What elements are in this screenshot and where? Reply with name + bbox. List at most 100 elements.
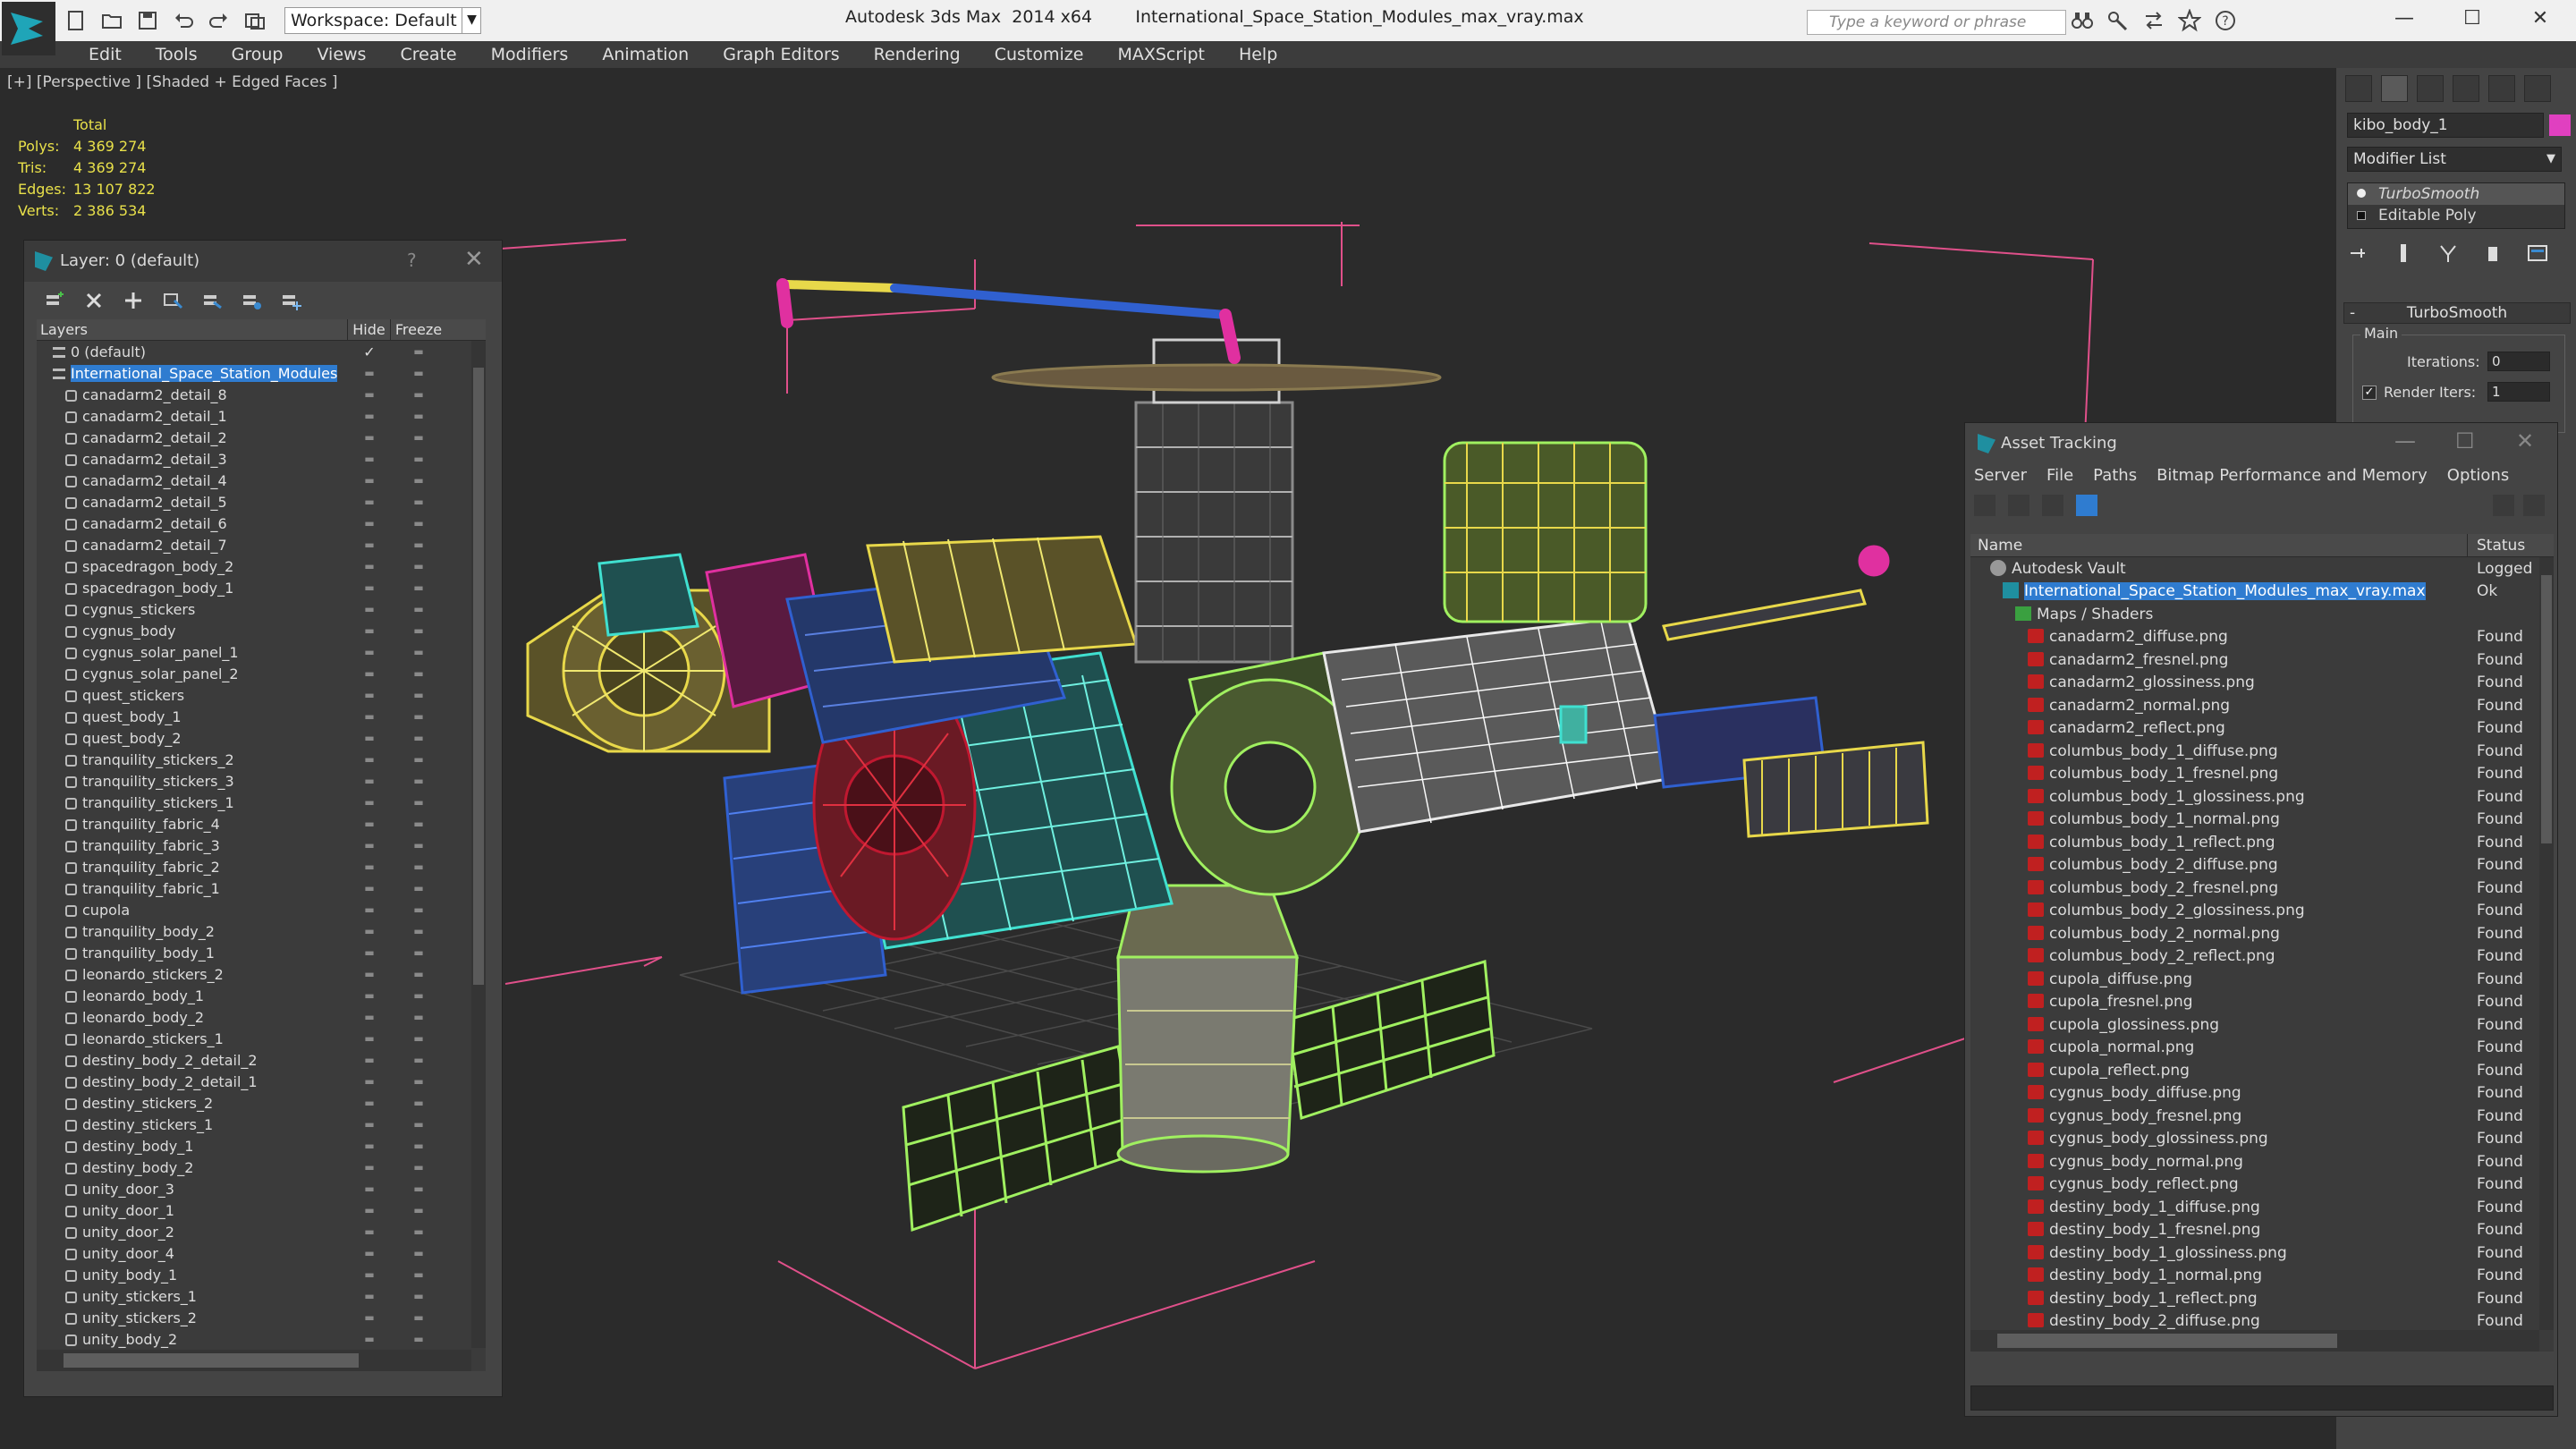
select-objects-icon[interactable] [162, 290, 183, 311]
column-freeze[interactable]: Freeze [391, 319, 446, 340]
scrollbar-thumb[interactable] [1997, 1334, 2337, 1348]
vertical-scrollbar[interactable] [471, 341, 486, 1348]
freeze-toggle[interactable]: ▬ [391, 775, 446, 787]
freeze-toggle[interactable]: ▬ [391, 989, 446, 1002]
asset-row[interactable]: columbus_body_2_normal.png Found [1970, 922, 2554, 945]
freeze-toggle[interactable]: ▬ [391, 1204, 446, 1216]
show-end-result-icon[interactable] [2392, 242, 2415, 265]
asset-row[interactable]: columbus_body_2_reflect.png Found [1970, 945, 2554, 969]
layer-row[interactable]: 0 (default) ✓ ▬ [37, 341, 486, 362]
hide-toggle[interactable]: ▬ [348, 1011, 391, 1023]
asset-row[interactable]: columbus_body_2_glossiness.png Found [1970, 900, 2554, 923]
asset-row[interactable]: columbus_body_1_glossiness.png Found [1970, 785, 2554, 809]
hide-toggle[interactable]: ▬ [348, 1097, 391, 1109]
delete-layer-icon[interactable] [83, 290, 105, 311]
hide-all-layers-icon[interactable] [241, 290, 262, 311]
hide-toggle[interactable]: ▬ [348, 1311, 391, 1324]
hide-toggle[interactable]: ▬ [348, 1140, 391, 1152]
hide-toggle[interactable]: ▬ [348, 753, 391, 766]
layer-row[interactable]: International_Space_Station_Modules ▬ ▬ [37, 362, 486, 384]
layer-object-row[interactable]: leonardo_stickers_2 ▬ ▬ [37, 963, 486, 985]
layer-object-row[interactable]: canadarm2_detail_1 ▬ ▬ [37, 405, 486, 427]
freeze-toggle[interactable]: ▬ [391, 1097, 446, 1109]
hide-toggle[interactable]: ▬ [348, 796, 391, 809]
layer-object-row[interactable]: leonardo_stickers_1 ▬ ▬ [37, 1028, 486, 1049]
freeze-toggle[interactable]: ▬ [391, 538, 446, 551]
freeze-toggle[interactable]: ▬ [391, 882, 446, 894]
thumbnail-view-icon[interactable] [2042, 495, 2063, 516]
asset-row[interactable]: destiny_body_1_reflect.png Found [1970, 1287, 2554, 1310]
freeze-toggle[interactable]: ▬ [391, 925, 446, 937]
layer-object-row[interactable]: quest_body_2 ▬ ▬ [37, 727, 486, 749]
asset-row[interactable]: destiny_body_1_glossiness.png Found [1970, 1241, 2554, 1265]
layer-object-row[interactable]: unity_stickers_1 ▬ ▬ [37, 1285, 486, 1307]
motion-tab-icon[interactable] [2453, 75, 2479, 102]
viewport-label[interactable]: [+] [Perspective ] [Shaded + Edged Faces… [7, 73, 337, 91]
asset-row[interactable]: canadarm2_glossiness.png Found [1970, 672, 2554, 695]
maximize-icon[interactable]: ☐ [2438, 0, 2506, 36]
hide-toggle[interactable]: ▬ [348, 474, 391, 487]
freeze-toggle[interactable]: ▬ [391, 560, 446, 572]
layer-object-row[interactable]: tranquility_fabric_4 ▬ ▬ [37, 813, 486, 835]
lightbulb-icon[interactable] [2357, 189, 2366, 198]
app-logo-icon[interactable] [2, 2, 55, 55]
hide-toggle[interactable]: ▬ [348, 410, 391, 422]
layer-object-row[interactable]: leonardo_body_2 ▬ ▬ [37, 1006, 486, 1028]
workspace-selector[interactable]: Workspace: Default [284, 7, 481, 34]
asset-row[interactable]: cupola_fresnel.png Found [1970, 991, 2554, 1014]
layer-object-row[interactable]: cygnus_body ▬ ▬ [37, 620, 486, 641]
freeze-toggle[interactable]: ▬ [391, 796, 446, 809]
layer-object-row[interactable]: unity_body_2 ▬ ▬ [37, 1328, 486, 1350]
hide-toggle[interactable]: ▬ [348, 839, 391, 852]
layer-object-row[interactable]: unity_door_4 ▬ ▬ [37, 1242, 486, 1264]
asset-row[interactable]: canadarm2_fresnel.png Found [1970, 648, 2554, 672]
asset-row[interactable]: cupola_normal.png Found [1970, 1037, 2554, 1060]
hide-toggle[interactable]: ▬ [348, 818, 391, 830]
freeze-toggle[interactable]: ▬ [391, 367, 446, 379]
freeze-toggle[interactable]: ▬ [391, 860, 446, 873]
layer-object-row[interactable]: canadarm2_detail_4 ▬ ▬ [37, 470, 486, 491]
freeze-toggle[interactable]: ▬ [391, 1247, 446, 1259]
hide-toggle[interactable]: ▬ [348, 1161, 391, 1174]
layer-object-row[interactable]: unity_door_2 ▬ ▬ [37, 1221, 486, 1242]
layer-object-row[interactable]: cygnus_solar_panel_2 ▬ ▬ [37, 663, 486, 684]
layer-object-row[interactable]: tranquility_fabric_3 ▬ ▬ [37, 835, 486, 856]
expand-box-icon[interactable] [2357, 211, 2366, 220]
object-name-field[interactable]: kibo_body_1 [2347, 113, 2544, 138]
layer-object-row[interactable]: tranquility_stickers_1 ▬ ▬ [37, 792, 486, 813]
menu-views[interactable]: Views [300, 41, 383, 68]
hide-toggle[interactable]: ▬ [348, 1204, 391, 1216]
column-layers[interactable]: Layers [37, 319, 348, 340]
binoculars-icon[interactable] [2071, 9, 2094, 32]
pin-stack-icon[interactable] [2347, 242, 2370, 265]
freeze-toggle[interactable]: ▬ [391, 410, 446, 422]
menu-modifiers[interactable]: Modifiers [474, 41, 586, 68]
render-iters-spinner[interactable]: 1 [2487, 382, 2550, 402]
configure-sets-icon[interactable] [2526, 242, 2549, 265]
layer-object-row[interactable]: unity_door_1 ▬ ▬ [37, 1199, 486, 1221]
asset-row[interactable]: destiny_body_1_fresnel.png Found [1970, 1219, 2554, 1242]
asset-row[interactable]: columbus_body_2_diffuse.png Found [1970, 854, 2554, 877]
help-icon[interactable] [2523, 495, 2545, 516]
freeze-toggle[interactable]: ▬ [391, 624, 446, 637]
hide-toggle[interactable]: ▬ [348, 732, 391, 744]
key-icon[interactable] [2106, 9, 2130, 32]
asset-row[interactable]: columbus_body_1_diffuse.png Found [1970, 740, 2554, 763]
freeze-toggle[interactable]: ▬ [391, 1333, 446, 1345]
hide-toggle[interactable]: ▬ [348, 689, 391, 701]
favorites-star-icon[interactable] [2178, 9, 2201, 32]
hide-toggle[interactable]: ▬ [348, 367, 391, 379]
freeze-toggle[interactable]: ▬ [391, 818, 446, 830]
freeze-toggle[interactable]: ▬ [391, 388, 446, 401]
hide-toggle[interactable]: ▬ [348, 646, 391, 658]
asset-path-field[interactable] [1970, 1385, 2554, 1411]
asset-row[interactable]: cupola_reflect.png Found [1970, 1059, 2554, 1082]
menu-rendering[interactable]: Rendering [857, 41, 978, 68]
display-tab-icon[interactable] [2488, 75, 2515, 102]
column-name[interactable]: Name [1970, 534, 2468, 556]
menu-edit[interactable]: Edit [72, 41, 139, 68]
help-icon[interactable]: ? [407, 250, 417, 271]
object-color-swatch[interactable] [2549, 114, 2571, 136]
layer-object-row[interactable]: spacedragon_body_2 ▬ ▬ [37, 555, 486, 577]
minimize-icon[interactable]: — [2370, 0, 2438, 36]
